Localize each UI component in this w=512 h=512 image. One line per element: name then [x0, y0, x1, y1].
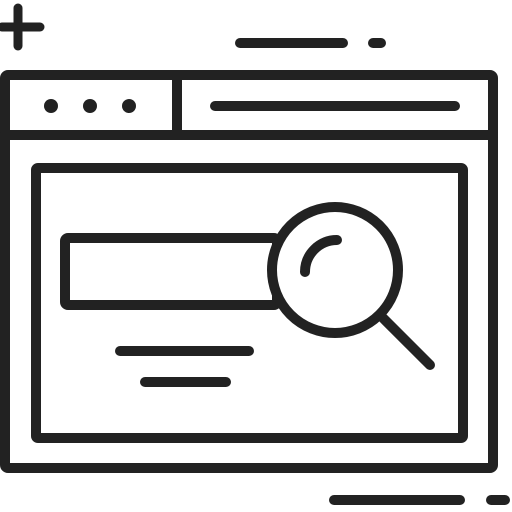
magnifying-glass-icon	[267, 202, 435, 370]
window-dot-3	[122, 99, 136, 113]
plus-icon	[0, 3, 45, 51]
window-control-dots	[44, 99, 136, 113]
window-dot-1	[44, 99, 58, 113]
magnifier-handle	[378, 313, 435, 370]
magnifier-lens	[267, 202, 403, 338]
result-lines	[115, 346, 254, 387]
search-field-outline	[60, 233, 282, 310]
window-dot-2	[83, 99, 97, 113]
browser-search-icon	[0, 3, 510, 505]
